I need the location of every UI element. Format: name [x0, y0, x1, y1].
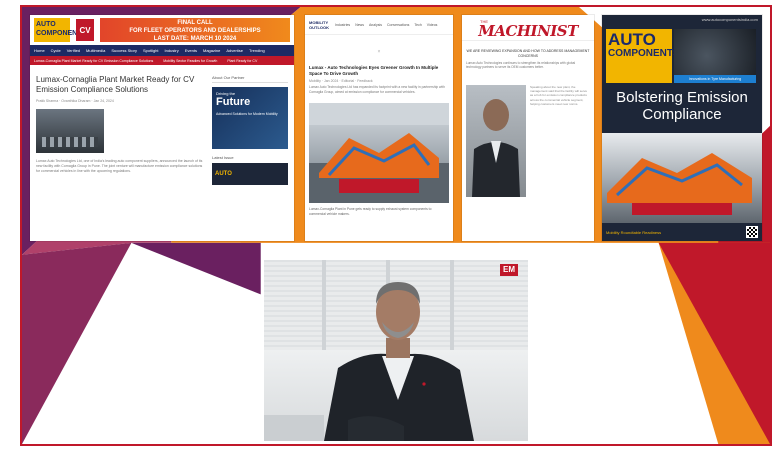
factory-photo: [309, 103, 449, 203]
cover-headline: Bolstering Emission Compliance: [602, 89, 762, 123]
site-header: MOBILITY OUTLOOK Industries News Analysi…: [305, 15, 453, 35]
qr-code-icon: [746, 226, 758, 238]
mobility-outlook-logo[interactable]: MOBILITY OUTLOOK: [309, 20, 329, 30]
ticker-item[interactable]: Plant Ready for CV: [227, 59, 257, 63]
ad-line-3: LAST DATE: MARCH 10 2024: [153, 36, 237, 42]
future-ad-sub: Advanced Solutions for Modern Mobility: [216, 112, 278, 116]
cover-factory-image: [602, 133, 762, 223]
magazine-logo-line1: AUTO: [608, 30, 656, 49]
portrait-illustration: [472, 99, 520, 197]
factory-illustration: [309, 103, 449, 203]
magazine-logo-line2: COMPONENTS: [608, 48, 680, 59]
nav-item[interactable]: News: [355, 23, 364, 27]
cv-badge: CV: [76, 19, 94, 41]
news-ticker: Lumax-Cornaglia Plant Market Ready for C…: [30, 56, 294, 65]
main-nav: Home Cycle Verified Multimedia Success S…: [30, 45, 294, 56]
photo-caption: Lumax-Cornaglia Plant in Pune gets ready…: [309, 207, 432, 216]
article-main: Lumax-Cornaglia Plant Market Ready for C…: [36, 69, 206, 195]
nav-item[interactable]: Tech: [414, 23, 421, 27]
nav-item[interactable]: Verified: [67, 48, 80, 53]
article-meta: Mobility · Jan 2024 · Editorial · Feedba…: [309, 79, 373, 83]
sidebar-title: About Our Partner: [212, 75, 288, 83]
interview-intro: Lumax Auto Technologies continues to str…: [466, 61, 576, 70]
future-ad[interactable]: Driving the Future Advanced Solutions fo…: [212, 87, 288, 149]
collage-frame: AUTO COMPONENTS CV FINAL CALL FOR FLEET …: [20, 5, 772, 446]
clip-auto-components-website[interactable]: AUTO COMPONENTS CV FINAL CALL FOR FLEET …: [30, 15, 294, 241]
executive-portrait: [466, 85, 526, 197]
clip-mobility-outlook-article[interactable]: MOBILITY OUTLOOK Industries News Analysi…: [305, 15, 453, 241]
nav-item[interactable]: Videos: [427, 23, 438, 27]
magazine-logo: AUTO COMPONENTS: [606, 29, 680, 83]
machinist-logo[interactable]: THE MACHINIST: [462, 15, 594, 41]
ad-line-2: FOR FLEET OPERATORS AND DEALERSHIPS: [129, 28, 261, 34]
latest-issue-thumb[interactable]: AUTO: [212, 163, 288, 185]
factory-photo: [36, 109, 104, 153]
nav-item[interactable]: Trending: [249, 48, 265, 53]
nav-item[interactable]: Cycle: [51, 48, 61, 53]
executive-figure: [324, 282, 474, 441]
nav-item[interactable]: Industry: [165, 48, 179, 53]
nav-item[interactable]: Events: [185, 48, 197, 53]
article-meta: Pratik Sharma · Ovanthika Dharam · Jan 2…: [36, 99, 114, 103]
banner-ad[interactable]: FINAL CALL FOR FLEET OPERATORS AND DEALE…: [100, 18, 290, 42]
nav-item[interactable]: Advertise: [226, 48, 243, 53]
interview-column: Speaking about the new plant, the manage…: [530, 85, 588, 106]
site-nav: Industries News Analysis Conversations T…: [335, 23, 437, 27]
future-ad-headline: Future: [216, 96, 251, 108]
article-title[interactable]: Lumax - Auto Technologies Eyes Greener G…: [305, 65, 453, 77]
nav-item[interactable]: Home: [34, 48, 45, 53]
ticker-item[interactable]: Lumax-Cornaglia Plant Market Ready for C…: [34, 59, 153, 63]
clip-machinist-interview[interactable]: THE MACHINIST WE ARE REVIEWING EXPANSION…: [462, 15, 594, 241]
nav-item[interactable]: Industries: [335, 23, 350, 27]
close-icon[interactable]: ×: [305, 49, 453, 55]
cover-feature-bar: Innovations in Tyre Manufacturing: [674, 75, 756, 83]
article-text: Lumax Auto Technologies Ltd, one of Indi…: [36, 159, 203, 173]
article-body: Lumax-Cornaglia Plant Market Ready for C…: [30, 65, 294, 199]
cover-site-url: www.autocomponentsindia.com: [701, 17, 758, 22]
cover-footer: Mobility Roundtable Readiness: [602, 227, 762, 241]
site-banner: AUTO COMPONENTS CV FINAL CALL FOR FLEET …: [30, 15, 294, 45]
interview-headline[interactable]: WE ARE REVIEWING EXPANSION AND HOW TO AD…: [466, 49, 590, 59]
ticker-item[interactable]: Mobility Sector Readies for Growth: [163, 59, 217, 63]
auto-components-logo[interactable]: AUTO COMPONENTS: [34, 18, 86, 42]
latest-issue-label: Latest Issue: [212, 155, 234, 160]
nav-item[interactable]: Conversations: [387, 23, 409, 27]
cover-factory-illustration: [607, 153, 752, 215]
logo-name: MACHINIST: [478, 22, 578, 40]
nav-item[interactable]: Magazine: [203, 48, 220, 53]
cover-headline-line2: Compliance: [642, 106, 722, 123]
cover-headline-line1: Bolstering Emission: [616, 89, 748, 106]
clip-magazine-cover[interactable]: www.autocomponentsindia.com AUTO COMPONE…: [602, 15, 762, 241]
article-text: Lumax Auto Technologies Ltd has expanded…: [309, 85, 445, 94]
article-title[interactable]: Lumax-Cornaglia Plant Market Ready for C…: [36, 75, 206, 95]
nav-item[interactable]: Spotlight: [143, 48, 159, 53]
nav-item[interactable]: Multimedia: [86, 48, 105, 53]
ad-line-1: FINAL CALL: [177, 20, 213, 26]
nav-item[interactable]: Success Story: [111, 48, 137, 53]
executive-photo: EM: [264, 260, 528, 441]
article-sidebar: About Our Partner Driving the Future Adv…: [212, 69, 288, 195]
nav-item[interactable]: Analysis: [369, 23, 382, 27]
interview-body: Speaking about the new plant, the manage…: [462, 83, 594, 199]
